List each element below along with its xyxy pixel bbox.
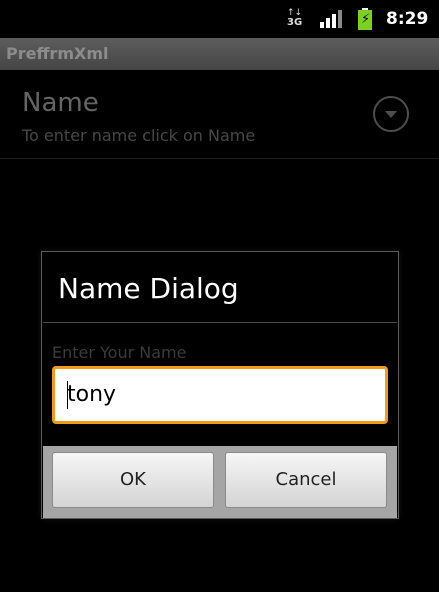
- app-title-bar: PreffrmXml: [0, 38, 439, 70]
- name-input[interactable]: tony: [52, 366, 388, 424]
- name-input-value: tony: [67, 382, 117, 407]
- status-time: 8:29: [386, 9, 429, 29]
- dialog-hint-label: Enter Your Name: [52, 343, 187, 362]
- app-title: PreffrmXml: [6, 44, 109, 63]
- status-bar: ↑↓ 3G ⚡ 8:29: [0, 0, 439, 38]
- network-3g-icon: ↑↓ 3G: [287, 9, 303, 29]
- battery-charging-icon: ⚡: [358, 8, 372, 30]
- dialog-button-bar: OK Cancel: [43, 446, 397, 518]
- dialog-title-divider: [43, 322, 397, 323]
- ok-button[interactable]: OK: [52, 452, 214, 508]
- network-label: 3G: [287, 17, 303, 28]
- cancel-button[interactable]: Cancel: [225, 452, 387, 508]
- signal-icon: [320, 10, 342, 28]
- name-dialog: Name Dialog Enter Your Name tony OK Canc…: [41, 251, 399, 519]
- dialog-title: Name Dialog: [58, 272, 239, 305]
- text-cursor: [67, 381, 68, 409]
